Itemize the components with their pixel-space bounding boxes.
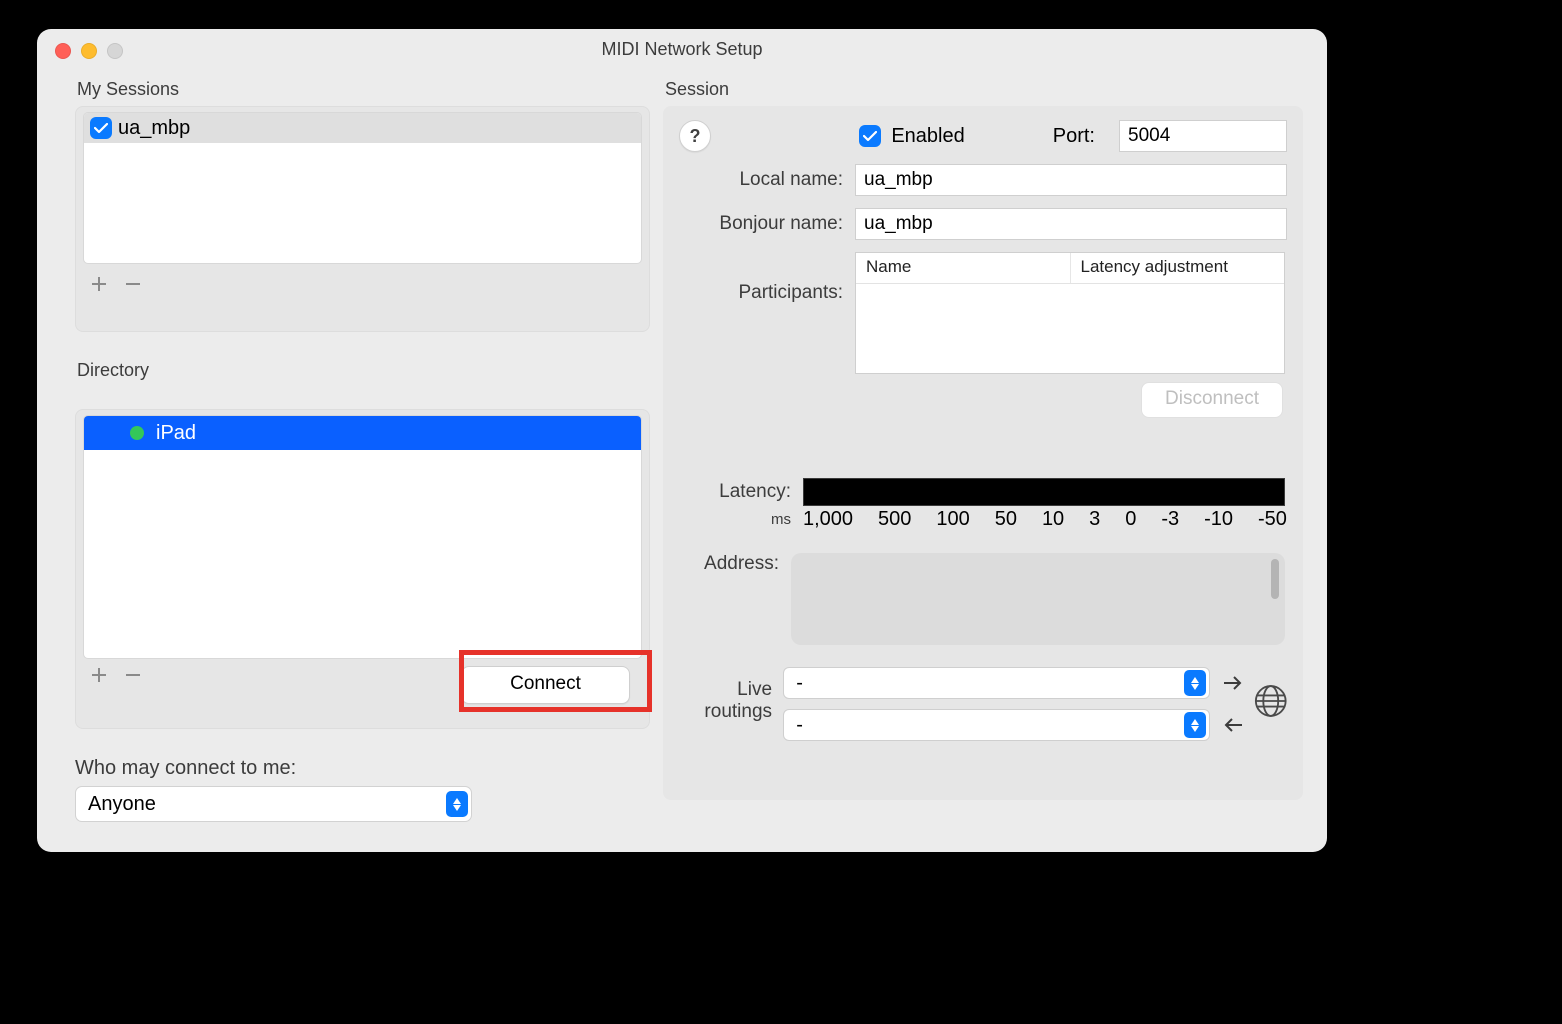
disconnect-button: Disconnect bbox=[1141, 382, 1283, 418]
connect-button[interactable]: Connect bbox=[461, 666, 630, 704]
live-routing-out-value: - bbox=[796, 714, 803, 737]
latency-unit: ms bbox=[679, 511, 791, 528]
network-globe-icon bbox=[1254, 683, 1288, 719]
live-routing-out-select[interactable]: - bbox=[783, 709, 1210, 741]
zoom-icon bbox=[107, 43, 123, 59]
latency-tick: -3 bbox=[1161, 508, 1179, 531]
arrow-right-icon bbox=[1222, 674, 1244, 692]
select-arrows-icon bbox=[1184, 712, 1206, 738]
directory-panel: iPad Connect bbox=[75, 409, 650, 729]
select-arrows-icon bbox=[1184, 670, 1206, 696]
session-enabled-checkbox[interactable] bbox=[90, 117, 112, 139]
add-directory-button[interactable] bbox=[89, 665, 109, 685]
directory-row[interactable]: iPad bbox=[84, 416, 641, 450]
directory-label: Directory bbox=[75, 360, 650, 381]
bonjour-name-label: Bonjour name: bbox=[679, 213, 855, 235]
online-indicator-icon bbox=[130, 426, 144, 440]
minimize-icon[interactable] bbox=[81, 43, 97, 59]
help-button[interactable]: ? bbox=[679, 120, 711, 152]
select-arrows-icon bbox=[446, 791, 468, 817]
my-sessions-panel: ua_mbp bbox=[75, 106, 650, 332]
scrollbar[interactable] bbox=[1271, 559, 1279, 599]
midi-network-setup-window: MIDI Network Setup My Sessions ua_mbp bbox=[37, 29, 1327, 852]
titlebar: MIDI Network Setup bbox=[37, 29, 1327, 70]
sessions-listbox[interactable]: ua_mbp bbox=[83, 112, 642, 264]
latency-tick: -50 bbox=[1258, 508, 1287, 531]
close-icon[interactable] bbox=[55, 43, 71, 59]
latency-tick: 100 bbox=[936, 508, 969, 531]
participants-col-name[interactable]: Name bbox=[856, 253, 1071, 283]
latency-tick: 0 bbox=[1125, 508, 1136, 531]
latency-tick: 1,000 bbox=[803, 508, 853, 531]
latency-tick: -10 bbox=[1204, 508, 1233, 531]
session-name: ua_mbp bbox=[118, 117, 190, 140]
live-label-bottom: routings bbox=[679, 701, 772, 723]
enabled-label: Enabled bbox=[891, 125, 964, 148]
session-label: Session bbox=[663, 79, 1303, 100]
local-name-field[interactable]: ua_mbp bbox=[855, 164, 1287, 196]
who-may-connect-value: Anyone bbox=[88, 793, 156, 816]
live-routing-in-select[interactable]: - bbox=[783, 667, 1210, 699]
bonjour-name-field[interactable]: ua_mbp bbox=[855, 208, 1287, 240]
latency-label: Latency: bbox=[679, 481, 791, 503]
session-panel: ? Enabled Port: 5004 Local name: ua_mbp … bbox=[663, 106, 1303, 800]
session-row[interactable]: ua_mbp bbox=[84, 113, 641, 143]
latency-tick: 3 bbox=[1089, 508, 1100, 531]
directory-listbox[interactable]: iPad bbox=[83, 415, 642, 659]
local-name-label: Local name: bbox=[679, 169, 855, 191]
enabled-checkbox[interactable] bbox=[859, 125, 881, 147]
latency-tick: 50 bbox=[995, 508, 1017, 531]
who-may-connect-label: Who may connect to me: bbox=[75, 757, 650, 780]
port-label: Port: bbox=[1053, 125, 1095, 148]
port-field[interactable]: 5004 bbox=[1119, 120, 1287, 152]
participants-label: Participants: bbox=[679, 252, 855, 304]
my-sessions-label: My Sessions bbox=[75, 79, 650, 100]
address-box[interactable] bbox=[791, 553, 1285, 645]
participants-col-latency[interactable]: Latency adjustment bbox=[1071, 253, 1285, 283]
latency-meter bbox=[803, 478, 1285, 506]
participants-table[interactable]: Name Latency adjustment bbox=[855, 252, 1285, 374]
who-may-connect-select[interactable]: Anyone bbox=[75, 786, 472, 822]
add-session-button[interactable] bbox=[89, 274, 109, 294]
latency-ticks: 1,000 500 100 50 10 3 0 -3 -10 -50 bbox=[803, 508, 1287, 531]
window-title: MIDI Network Setup bbox=[37, 39, 1327, 60]
address-label: Address: bbox=[679, 553, 779, 575]
remove-directory-button[interactable] bbox=[123, 665, 143, 685]
live-label-top: Live bbox=[679, 679, 772, 701]
latency-tick: 500 bbox=[878, 508, 911, 531]
live-routing-in-value: - bbox=[796, 672, 803, 695]
remove-session-button[interactable] bbox=[123, 274, 143, 294]
latency-tick: 10 bbox=[1042, 508, 1064, 531]
arrow-left-icon bbox=[1222, 716, 1244, 734]
directory-item-name: iPad bbox=[156, 422, 196, 445]
